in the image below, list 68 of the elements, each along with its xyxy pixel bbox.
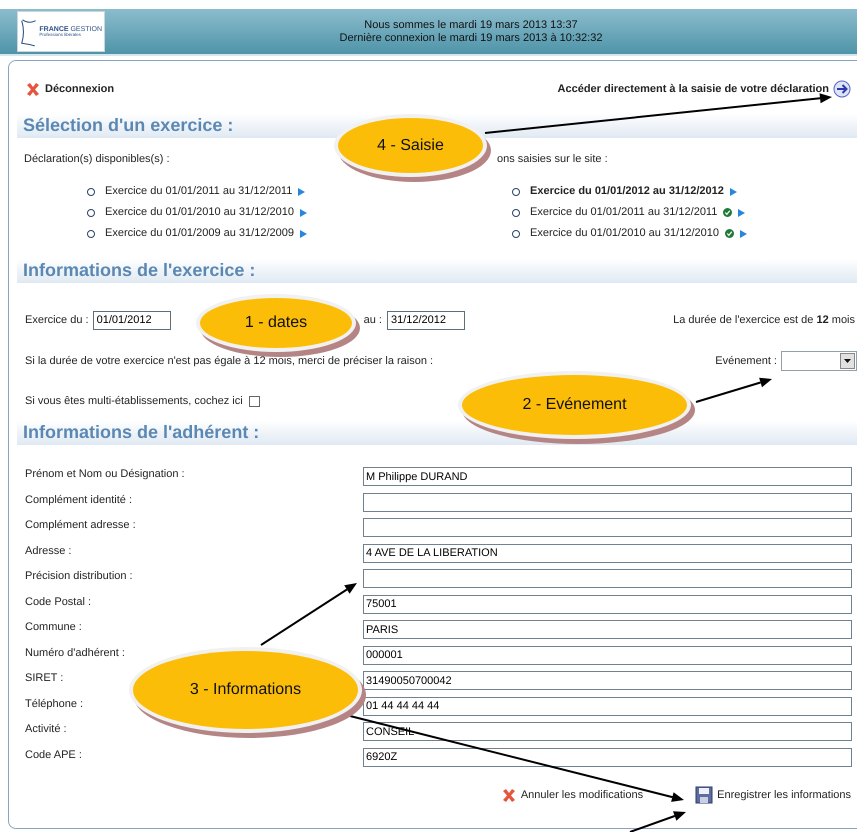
text-field[interactable]: 4 AVE DE LA LIBERATION (363, 544, 852, 563)
text-field[interactable]: M Philippe DURAND (363, 467, 852, 486)
exercise-link[interactable]: Exercice du 01/01/2009 au 31/12/2009 (105, 225, 294, 242)
text-field[interactable] (363, 569, 852, 588)
callout-bubble: 1 - dates (200, 298, 352, 348)
callout-bubble: 4 - Saisie (338, 118, 483, 173)
text-field[interactable] (363, 518, 852, 538)
arrow-right-icon (833, 80, 851, 98)
callout-bubble: 3 - Informations (133, 651, 358, 729)
text-field[interactable]: 6920Z (363, 748, 852, 767)
callout-bubble: 2 - Evénement (462, 375, 687, 435)
field-label: Numéro d'adhérent : (24, 646, 126, 660)
date-text: Nous sommes le mardi 19 mars 2013 13:37 (363, 18, 579, 32)
close-icon (25, 82, 41, 96)
field-label: Adresse : (24, 544, 72, 558)
field-label: Code Postal : (24, 594, 92, 610)
text-field[interactable]: 31490050700042 (363, 671, 852, 690)
reason-text: Si la durée de votre exercice n'est pas égale à 12 mois, merci de préciser la raison : (25, 354, 434, 369)
field-label: Précision distribution : (24, 569, 134, 584)
close-icon (500, 788, 517, 802)
play-icon[interactable] (300, 208, 307, 216)
field-label: Prénom et Nom ou Désignation : (24, 467, 186, 482)
bullet-icon (512, 230, 520, 238)
field-label: SIRET : (24, 671, 64, 686)
text-field[interactable]: PARIS (363, 620, 852, 640)
duration-text: La durée de l'exercice est de 12 mois (673, 312, 855, 328)
play-icon[interactable] (730, 188, 737, 196)
field-label: Téléphone : (24, 696, 84, 712)
field-label: Complément adresse : (24, 518, 137, 533)
list-heading: ons saisies sur le site : (497, 152, 609, 167)
exercise-link[interactable]: Exercice du 01/01/2011 au 31/12/2011 (530, 204, 718, 221)
cancel-button[interactable]: Annuler les modifications (500, 786, 644, 804)
logout-link[interactable]: Déconnexion (25, 80, 114, 98)
bullet-icon (512, 188, 520, 196)
checkbox-label: Si vous êtes multi-établissements, cochez ici (25, 394, 243, 409)
text-field[interactable] (363, 492, 852, 512)
exercise-link[interactable]: Exercice du 01/01/2012 au 31/12/2012 (530, 183, 724, 200)
callout-arrow (630, 811, 686, 832)
play-icon[interactable] (300, 230, 307, 238)
date-field[interactable]: 31/12/2012 (386, 310, 465, 330)
last-login-text: Dernière connexion le mardi 19 mars 2013 à 10:32:32 (338, 32, 604, 44)
save-button[interactable]: Enregistrer les informations (695, 786, 851, 804)
event-dropdown[interactable] (781, 351, 857, 371)
play-icon[interactable] (298, 188, 306, 196)
field-label: Activité : (24, 722, 68, 737)
text-field[interactable]: 01 44 44 44 44 (363, 696, 852, 716)
section-title: Informations de l'exercice : (17, 258, 857, 283)
checkbox[interactable] (248, 396, 260, 406)
bullet-icon (87, 188, 95, 196)
field-label: Evénement : (715, 354, 777, 369)
list-heading: Déclaration(s) disponibles(s) : (23, 152, 170, 167)
field-label: Complément identité : (24, 492, 133, 508)
bullet-icon (87, 230, 95, 238)
exercise-link[interactable]: Exercice du 01/01/2011 au 31/12/2011 (105, 183, 292, 200)
text-field[interactable]: 75001 (363, 594, 852, 614)
bullet-icon (87, 208, 95, 216)
exercise-link[interactable]: Exercice du 01/01/2010 au 31/12/2010 (105, 204, 294, 221)
field-label: Commune : (24, 620, 83, 635)
bullet-icon (512, 208, 520, 216)
play-icon[interactable] (738, 208, 746, 216)
field-label: au : (364, 312, 382, 328)
exercise-link[interactable]: Exercice du 01/01/2010 au 31/12/2010 (530, 225, 719, 242)
field-label: Exercice du : (25, 312, 89, 328)
text-field[interactable]: 000001 (363, 646, 852, 665)
play-icon[interactable] (740, 230, 747, 238)
caret-icon (844, 359, 851, 363)
field-label: Code APE : (24, 748, 83, 762)
date-field[interactable]: 01/01/2012 (92, 310, 171, 330)
